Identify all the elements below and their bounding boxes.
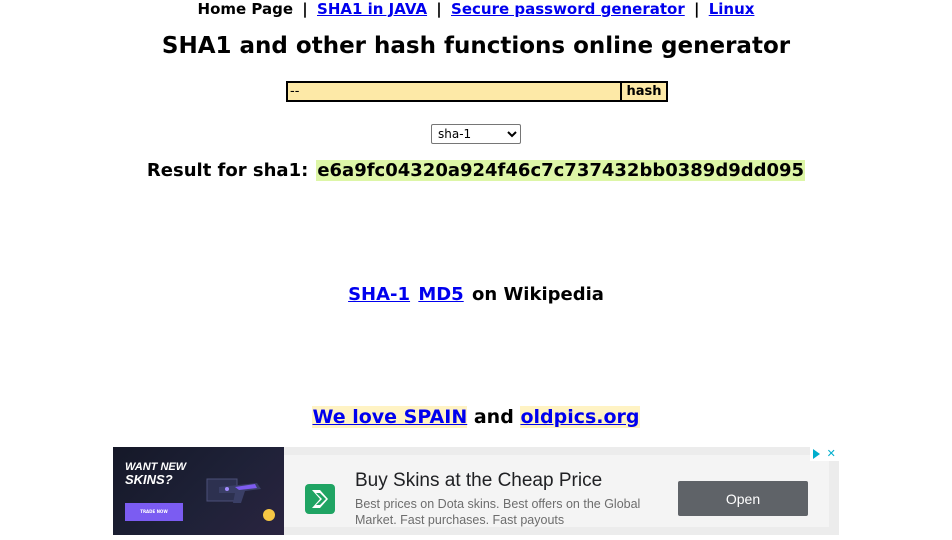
ad-image-panel[interactable]: WANT NEW SKINS? TRADE NOW	[113, 447, 284, 535]
ad-banner-line2: SKINS?	[125, 472, 173, 487]
chevron-logo-icon	[305, 484, 335, 514]
result-label: Result for sha1:	[146, 160, 309, 181]
ad-banner[interactable]: WANT NEW SKINS? TRADE NOW Buy Skins at t…	[113, 447, 839, 535]
nav-link-password-generator[interactable]: Secure password generator	[451, 0, 685, 18]
emoji-icon	[263, 509, 275, 521]
nav-separator: |	[302, 0, 308, 18]
promo-and-text: and	[473, 406, 514, 428]
promo-links: We love SPAIN and oldpics.org	[0, 406, 952, 428]
ad-text-card[interactable]: Buy Skins at the Cheap Price Best prices…	[284, 455, 829, 527]
link-we-love-spain[interactable]: We love SPAIN	[312, 406, 468, 428]
adchoices-icon[interactable]	[813, 449, 821, 459]
hash-form: hash	[286, 81, 668, 102]
ad-description: Best prices on Dota skins. Best offers o…	[355, 497, 641, 527]
result-line: Result for sha1: e6a9fc04320a924f46c7c737…	[0, 160, 952, 181]
hash-button[interactable]: hash	[622, 81, 668, 102]
weapon-skin-icon	[206, 478, 261, 503]
nav-separator: |	[436, 0, 442, 18]
wikipedia-links: SHA-1 MD5 on Wikipedia	[0, 284, 952, 305]
top-nav: Home Page | SHA1 in JAVA | Secure passwo…	[0, 0, 952, 18]
ad-headline[interactable]: Buy Skins at the Cheap Price	[355, 470, 602, 492]
ad-trade-now-button[interactable]: TRADE NOW	[125, 503, 183, 521]
wiki-link-sha1[interactable]: SHA-1	[348, 284, 410, 305]
close-icon[interactable]: ✕	[827, 448, 836, 460]
nav-link-sha1-java[interactable]: SHA1 in JAVA	[317, 0, 427, 18]
nav-home-label: Home Page	[197, 0, 294, 18]
nav-separator: |	[693, 0, 700, 18]
wiki-link-md5[interactable]: MD5	[418, 284, 463, 305]
link-oldpics[interactable]: oldpics.org	[520, 406, 640, 428]
algorithm-select[interactable]: sha-1	[431, 124, 521, 144]
hash-text-input[interactable]	[286, 81, 622, 102]
nav-link-linux[interactable]: Linux	[709, 0, 755, 18]
adchoices-badge[interactable]: ✕	[810, 447, 839, 461]
page-title: SHA1 and other hash functions online gen…	[161, 33, 791, 59]
ad-open-button[interactable]: Open	[678, 481, 808, 516]
result-hash-value: e6a9fc04320a924f46c7c737432bb0389d9dd095	[316, 160, 806, 181]
wiki-suffix: on Wikipedia	[472, 284, 604, 305]
